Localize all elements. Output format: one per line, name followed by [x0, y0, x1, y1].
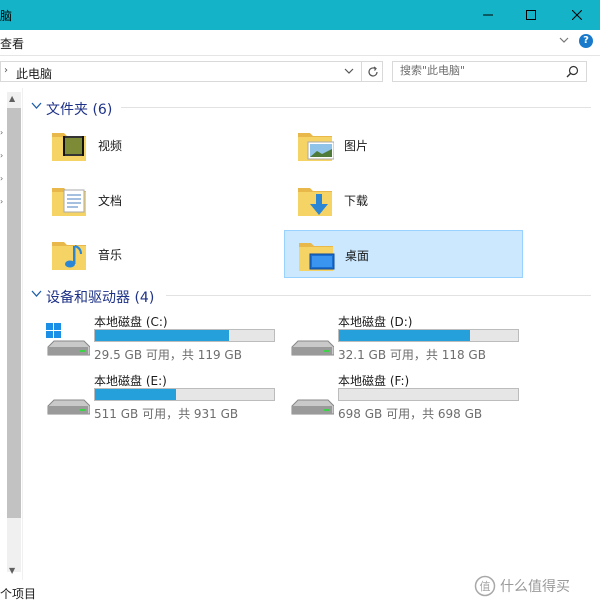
hard-drive-icon	[291, 399, 334, 415]
close-button[interactable]	[554, 0, 600, 30]
watermark-text: 什么值得买	[500, 579, 570, 595]
search-input[interactable]	[400, 64, 560, 77]
chevron-down-icon	[31, 290, 42, 297]
refresh-icon	[368, 66, 378, 77]
folder-music[interactable]: 音乐	[38, 230, 277, 278]
drive-usage-bar	[338, 329, 519, 342]
drive-free-space: 29.5 GB 可用，共 119 GB	[94, 348, 242, 362]
drive-usage-bar	[94, 388, 275, 401]
drive-usage-bar	[94, 329, 275, 342]
drives-section-title: 设备和驱动器 (4)	[46, 290, 155, 306]
folder-videos[interactable]: 视频	[38, 121, 277, 169]
drive-f[interactable]: 本地磁盘 (F:) 698 GB 可用，共 698 GB	[290, 372, 530, 422]
nav-expand-arrow[interactable]: ›	[0, 128, 3, 137]
ribbon: 查看 ?	[0, 30, 600, 56]
breadcrumb-separator[interactable]: ›	[4, 65, 8, 76]
desktop-folder-icon	[299, 243, 335, 271]
chevron-down-icon	[559, 37, 569, 43]
nav-scrollbar-thumb[interactable]	[7, 108, 21, 518]
windows-drive-icon	[46, 323, 90, 356]
address-bar[interactable]: › 此电脑	[0, 61, 383, 82]
search-icon[interactable]	[566, 65, 579, 81]
watermark-logo-icon: 值	[474, 575, 496, 597]
drive-free-space: 698 GB 可用，共 698 GB	[338, 407, 483, 421]
section-divider	[121, 107, 591, 108]
documents-folder-icon	[52, 188, 86, 216]
scroll-up-arrow[interactable]: ▲	[9, 94, 15, 103]
scroll-down-arrow[interactable]: ▼	[9, 566, 15, 575]
address-history-button[interactable]	[344, 65, 354, 80]
drive-name: 本地磁盘 (E:)	[94, 374, 167, 388]
chevron-down-icon	[344, 68, 354, 74]
ribbon-expand-button[interactable]	[559, 34, 569, 48]
drive-free-space: 32.1 GB 可用，共 118 GB	[338, 348, 486, 362]
close-icon	[572, 10, 582, 20]
folder-name: 视频	[98, 139, 123, 153]
folder-documents[interactable]: 文档	[38, 176, 277, 224]
folders-section-title: 文件夹 (6)	[46, 102, 113, 118]
nav-expand-arrow[interactable]: ›	[0, 151, 3, 160]
nav-expand-arrow[interactable]: ›	[0, 197, 3, 206]
downloads-folder-icon	[298, 188, 332, 216]
svg-text:值: 值	[480, 580, 491, 593]
breadcrumb-this-pc[interactable]: 此电脑	[16, 65, 52, 82]
drive-name: 本地磁盘 (F:)	[338, 374, 410, 388]
drives-section-header[interactable]: 设备和驱动器 (4)	[31, 287, 591, 306]
folder-name: 文档	[98, 194, 123, 208]
tab-view[interactable]: 查看	[0, 35, 24, 52]
window-title: 脑	[0, 9, 13, 23]
folder-name: 音乐	[98, 248, 123, 262]
folder-name: 桌面	[345, 249, 370, 263]
help-button[interactable]: ?	[579, 34, 593, 48]
site-watermark: 值 什么值得买	[474, 573, 600, 599]
drive-name: 本地磁盘 (C:)	[94, 315, 168, 329]
folder-downloads[interactable]: 下载	[284, 176, 523, 224]
pictures-folder-icon	[298, 133, 334, 161]
section-divider	[166, 295, 591, 296]
maximize-icon	[526, 10, 536, 20]
minimize-icon	[483, 14, 493, 16]
refresh-button[interactable]	[361, 62, 384, 81]
music-folder-icon	[52, 242, 86, 270]
drive-d[interactable]: 本地磁盘 (D:) 32.1 GB 可用，共 118 GB	[290, 313, 530, 363]
chevron-down-icon	[31, 102, 42, 109]
drive-name: 本地磁盘 (D:)	[338, 315, 413, 329]
folder-desktop[interactable]: 桌面	[284, 230, 523, 278]
folder-name: 下载	[344, 194, 369, 208]
drive-e[interactable]: 本地磁盘 (E:) 511 GB 可用，共 931 GB	[46, 372, 286, 422]
folders-section-header[interactable]: 文件夹 (6)	[31, 99, 591, 118]
nav-expand-arrow[interactable]: ›	[0, 174, 3, 183]
minimize-button[interactable]	[465, 0, 511, 30]
drive-c[interactable]: 本地磁盘 (C:) 29.5 GB 可用，共 119 GB	[46, 313, 286, 363]
drive-free-space: 511 GB 可用，共 931 GB	[94, 407, 239, 421]
hard-drive-icon	[47, 399, 90, 415]
title-bar: 脑	[0, 0, 600, 30]
search-box[interactable]	[392, 61, 587, 82]
maximize-button[interactable]	[508, 0, 554, 30]
video-folder-icon	[52, 133, 86, 161]
status-item-count: 个项目	[0, 587, 37, 601]
folder-name: 图片	[344, 139, 369, 153]
hard-drive-icon	[291, 340, 334, 356]
folder-pictures[interactable]: 图片	[284, 121, 523, 169]
drive-usage-bar	[338, 388, 519, 401]
